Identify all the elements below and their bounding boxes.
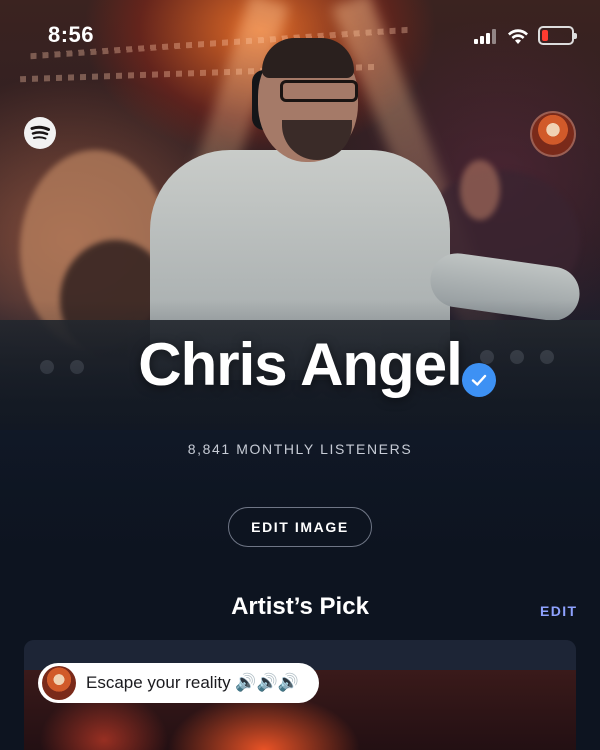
- profile-avatar[interactable]: [530, 111, 576, 157]
- artists-pick-caption-pill[interactable]: Escape your reality 🔊🔊🔊: [38, 663, 319, 703]
- spotify-logo-icon[interactable]: [24, 117, 56, 149]
- battery-icon: [538, 26, 577, 45]
- section-title-artists-pick: Artist’s Pick: [231, 593, 369, 620]
- edit-image-button[interactable]: EDIT IMAGE: [228, 507, 372, 547]
- status-bar: 8:56: [0, 0, 600, 70]
- wifi-icon: [508, 29, 528, 44]
- artist-name: Chris Angel: [138, 331, 462, 398]
- edit-artists-pick-button[interactable]: EDIT: [540, 603, 578, 619]
- pick-caption: Escape your reality 🔊🔊🔊: [86, 673, 299, 692]
- verified-check-icon: [462, 363, 496, 397]
- pick-avatar: [42, 666, 76, 700]
- monthly-listeners: 8,841 MONTHLY LISTENERS: [187, 441, 413, 457]
- status-time: 8:56: [48, 22, 95, 47]
- cellular-signal-icon: [474, 28, 496, 44]
